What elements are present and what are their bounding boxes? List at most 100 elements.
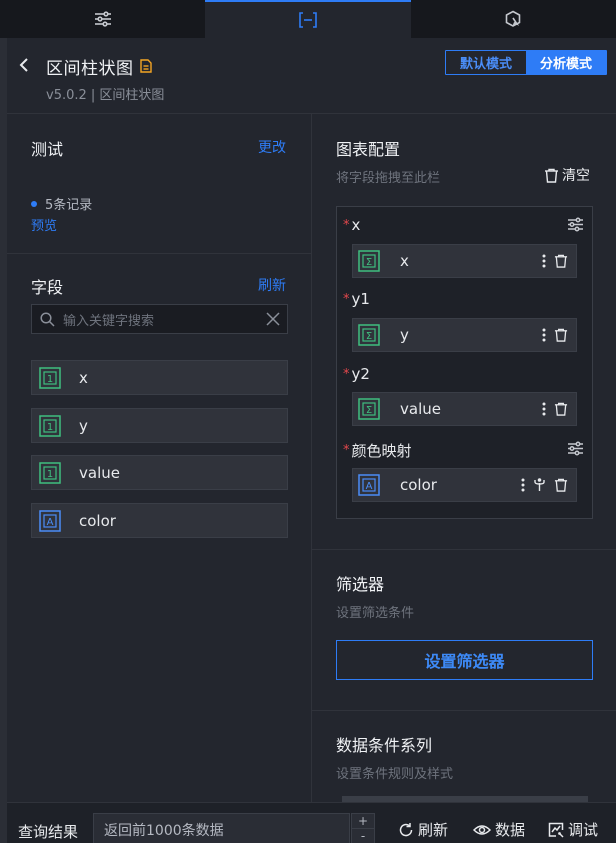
trash-icon <box>545 168 558 183</box>
svg-text:A: A <box>366 481 373 492</box>
bracket-data-icon <box>299 12 317 28</box>
record-count: 5条记录 <box>31 194 92 213</box>
field-item-label: y <box>79 416 88 435</box>
sliders-icon[interactable] <box>567 441 584 456</box>
slot-label-y2: * y2 <box>343 365 370 383</box>
query-limit-value: 返回前1000条数据 <box>104 823 224 839</box>
chevron-left-icon <box>19 58 28 72</box>
debug-chart-icon <box>548 822 564 838</box>
field-item-y[interactable]: 1 y <box>31 408 288 443</box>
field-item-label: x <box>79 368 88 387</box>
field-item-color[interactable]: A color <box>31 503 288 538</box>
svg-text:1: 1 <box>47 422 53 433</box>
more-vertical-icon[interactable] <box>542 402 546 416</box>
query-limit-stepper[interactable]: + - <box>351 813 375 843</box>
debug-button[interactable]: 调试 <box>548 819 598 840</box>
default-mode-button[interactable]: 默认模式 <box>446 51 526 74</box>
required-mark: * <box>343 443 350 458</box>
refresh-fields-link[interactable]: 刷新 <box>258 275 286 295</box>
divider <box>312 710 616 711</box>
slot-field-y1[interactable]: Σ y <box>352 318 577 352</box>
filter-hint: 设置筛选条件 <box>336 606 415 621</box>
chart-config-panel: 图表配置 将字段拖拽至此栏 清空 * x Σ x * y1 Σ y * y2 Σ… <box>312 114 616 802</box>
numeric-field-icon: 1 <box>39 366 61 389</box>
data-label: 数据 <box>495 821 526 839</box>
sliders-icon[interactable] <box>567 217 584 232</box>
more-vertical-icon[interactable] <box>521 478 525 492</box>
change-link[interactable]: 更改 <box>258 137 286 157</box>
svg-text:1: 1 <box>47 374 53 385</box>
text-field-icon: A <box>39 509 61 532</box>
increment-button[interactable]: + <box>352 814 374 829</box>
close-icon[interactable] <box>265 311 281 327</box>
clear-label: 清空 <box>562 168 590 184</box>
set-filter-button[interactable]: 设置筛选器 <box>336 640 593 680</box>
more-vertical-icon[interactable] <box>542 328 546 342</box>
series-hint: 设置条件规则及样式 <box>336 767 454 782</box>
filter-title: 筛选器 <box>336 575 385 594</box>
trash-icon[interactable] <box>554 328 568 342</box>
clear-button[interactable]: 清空 <box>544 165 590 185</box>
data-button[interactable]: 数据 <box>473 819 525 840</box>
numeric-field-icon: Σ <box>358 324 380 346</box>
document-icon[interactable] <box>140 58 152 77</box>
slot-name: y1 <box>351 290 370 308</box>
preview-link[interactable]: 预览 <box>31 215 57 234</box>
chart-config-hint: 将字段拖拽至此栏 <box>336 171 441 186</box>
svg-text:Σ: Σ <box>366 257 372 268</box>
decrement-button[interactable]: - <box>352 829 374 843</box>
slot-field-y2[interactable]: Σ value <box>352 392 577 426</box>
numeric-field-icon: 1 <box>39 414 61 437</box>
trash-icon[interactable] <box>554 402 568 416</box>
refresh-button[interactable]: 刷新 <box>398 819 448 840</box>
slot-field-x[interactable]: Σ x <box>352 244 577 278</box>
tab-style[interactable] <box>0 0 205 38</box>
numeric-field-icon: Σ <box>358 250 380 272</box>
trash-icon[interactable] <box>554 254 568 268</box>
divider <box>7 253 312 254</box>
trash-icon[interactable] <box>554 478 568 492</box>
field-item-value[interactable]: 1 value <box>31 455 288 490</box>
tab-data[interactable] <box>205 0 411 38</box>
slot-name: 颜色映射 <box>351 442 412 460</box>
test-section-title: 测试 <box>31 140 64 159</box>
slot-label-y1: * y1 <box>343 290 370 308</box>
svg-text:Σ: Σ <box>366 331 372 342</box>
top-tab-bar <box>0 0 616 38</box>
field-search-input[interactable]: 输入关键字搜索 <box>31 304 288 334</box>
hexagon-cursor-icon <box>506 10 521 27</box>
query-bar: 查询结果 返回前1000条数据 + - 刷新 数据 调试 <box>7 802 616 843</box>
required-mark: * <box>343 291 350 307</box>
field-item-label: value <box>79 463 120 482</box>
slot-name: y2 <box>351 365 370 383</box>
slot-label-color-mapping: * 颜色映射 <box>343 440 412 461</box>
left-edge-strip <box>0 38 7 843</box>
svg-text:Σ: Σ <box>366 405 372 416</box>
analysis-mode-button[interactable]: 分析模式 <box>526 51 606 74</box>
slot-name: x <box>351 216 361 234</box>
slot-field-name: x <box>400 252 409 270</box>
refresh-icon <box>399 822 413 836</box>
query-limit-input[interactable]: 返回前1000条数据 <box>93 813 350 843</box>
tab-interaction[interactable] <box>411 0 616 38</box>
record-count-text: 5条记录 <box>45 198 93 213</box>
fork-icon[interactable] <box>533 478 546 492</box>
search-placeholder: 输入关键字搜索 <box>63 313 155 329</box>
required-mark: * <box>343 366 350 382</box>
debug-label: 调试 <box>568 821 599 839</box>
fields-section-title: 字段 <box>31 278 64 297</box>
version-label: v5.0.2 | 区间柱状图 <box>46 88 165 103</box>
divider <box>312 549 616 550</box>
field-item-label: color <box>79 511 116 530</box>
field-item-x[interactable]: 1 x <box>31 360 288 395</box>
page-title: 区间柱状图 <box>46 59 134 79</box>
svg-text:A: A <box>47 517 54 528</box>
back-button[interactable] <box>19 56 33 74</box>
field-drop-zone[interactable]: * x Σ x * y1 Σ y * y2 Σ value * 颜色映射 A c… <box>336 206 593 519</box>
series-title: 数据条件系列 <box>336 736 433 755</box>
more-vertical-icon[interactable] <box>542 254 546 268</box>
numeric-field-icon: Σ <box>358 398 380 420</box>
text-field-icon: A <box>358 474 380 496</box>
slot-field-name: value <box>400 400 441 418</box>
slot-field-color[interactable]: A color <box>352 468 577 502</box>
